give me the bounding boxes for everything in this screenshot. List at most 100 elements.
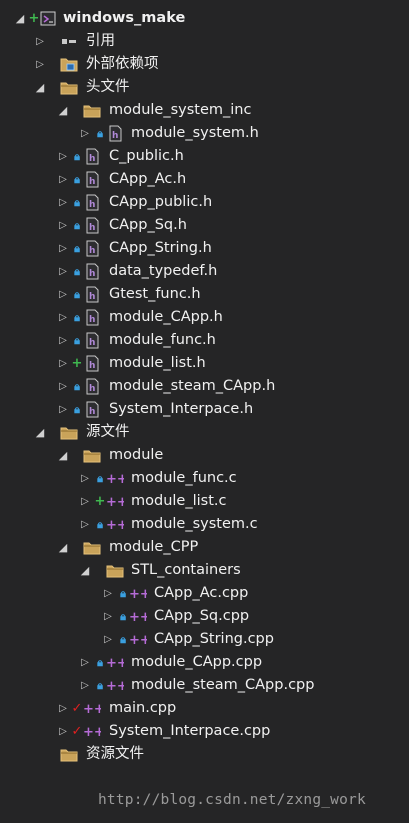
tree-item-system-interpace-cpp[interactable]: ▷ ✓ System_Interpace.cpp [0, 720, 409, 743]
tree-item-label: module_CPP [109, 539, 199, 555]
tree-item-c-public-h[interactable]: ▷ 🔒︎ C_public.h [0, 145, 409, 168]
tree-item-label: module_steam_CApp.cpp [131, 677, 315, 693]
collapse-arrow-icon[interactable]: ▷ [34, 53, 46, 76]
collapse-arrow-icon[interactable]: ▷ [79, 513, 91, 536]
expand-arrow-icon[interactable]: ◢ [57, 99, 69, 122]
tree-item-capp-public-h[interactable]: ▷ 🔒︎ CApp_public.h [0, 191, 409, 214]
header-file-icon [83, 286, 101, 303]
collapse-arrow-icon[interactable]: ▷ [57, 375, 69, 398]
collapse-arrow-icon[interactable]: ▷ [57, 145, 69, 168]
expand-arrow-icon[interactable]: ◢ [79, 559, 91, 582]
tree-item-module-cpp-folder[interactable]: ◢ module_CPP [0, 536, 409, 559]
source-file-icon [106, 470, 124, 487]
collapse-arrow-icon[interactable]: ▷ [102, 605, 114, 628]
tree-item-module-steam-capp-cpp[interactable]: ▷ 🔒︎ module_steam_CApp.cpp [0, 674, 409, 697]
tree-item-gtest-func-h[interactable]: ▷ 🔒︎ Gtest_func.h [0, 283, 409, 306]
collapse-arrow-icon[interactable]: ▷ [79, 651, 91, 674]
header-file-icon [83, 263, 101, 280]
tree-item-module-func-c[interactable]: ▷ 🔒︎ module_func.c [0, 467, 409, 490]
tree-item-stl-containers[interactable]: ◢ STL_containers [0, 559, 409, 582]
tree-item-capp-sq-cpp[interactable]: ▷ 🔒︎ CApp_Sq.cpp [0, 605, 409, 628]
lock-icon: 🔒︎ [74, 219, 80, 232]
collapse-arrow-icon[interactable]: ▷ [57, 237, 69, 260]
collapse-arrow-icon[interactable]: ▷ [79, 490, 91, 513]
tree-item-data-typedef-h[interactable]: ▷ 🔒︎ data_typedef.h [0, 260, 409, 283]
collapse-arrow-icon[interactable]: ▷ [57, 720, 69, 743]
tree-item-capp-string-h[interactable]: ▷ 🔒︎ CApp_String.h [0, 237, 409, 260]
folder-icon [83, 447, 101, 464]
header-file-icon [83, 309, 101, 326]
tree-item-label: windows_make [63, 10, 186, 26]
collapse-arrow-icon[interactable]: ▷ [79, 467, 91, 490]
external-deps-icon [60, 56, 78, 73]
tree-item-source-files[interactable]: ◢ 源文件 [0, 421, 409, 444]
tree-item-label: C_public.h [109, 148, 184, 164]
tree-item-label: CApp_Ac.cpp [154, 585, 249, 601]
tree-item-label: module_steam_CApp.h [109, 378, 276, 394]
tree-item-capp-ac-cpp[interactable]: ▷ 🔒︎ CApp_Ac.cpp [0, 582, 409, 605]
collapse-arrow-icon[interactable]: ▷ [57, 398, 69, 421]
tree-item-module-system-c[interactable]: ▷ 🔒︎ module_system.c [0, 513, 409, 536]
collapse-arrow-icon[interactable]: ▷ [34, 30, 46, 53]
collapse-arrow-icon[interactable]: ▷ [57, 168, 69, 191]
folder-icon [60, 79, 78, 96]
header-file-icon [83, 401, 101, 418]
collapse-arrow-icon[interactable]: ▷ [102, 628, 114, 651]
expand-arrow-icon[interactable]: ◢ [34, 76, 46, 99]
tree-item-label: module_system.h [131, 125, 259, 141]
collapse-arrow-icon[interactable]: ▷ [57, 352, 69, 375]
tree-item-solution[interactable]: ◢ + windows_make [0, 7, 409, 30]
collapse-arrow-icon[interactable]: ▷ [57, 306, 69, 329]
folder-icon [83, 102, 101, 119]
tree-item-capp-string-cpp[interactable]: ▷ 🔒︎ CApp_String.cpp [0, 628, 409, 651]
collapse-arrow-icon[interactable]: ▷ [57, 260, 69, 283]
tree-item-label: CApp_Sq.h [109, 217, 187, 233]
header-file-icon [83, 378, 101, 395]
tree-item-label: System_Interpace.cpp [109, 723, 271, 739]
tree-item-system-interpace-h[interactable]: ▷ 🔒︎ System_Interpace.h [0, 398, 409, 421]
tree-item-module-system-h[interactable]: ▷ 🔒︎ module_system.h [0, 122, 409, 145]
tree-item-external-deps[interactable]: ▷ 外部依赖项 [0, 53, 409, 76]
tree-item-references[interactable]: ▷ 引用 [0, 30, 409, 53]
tree-item-resource-files[interactable]: 资源文件 [0, 743, 409, 766]
tree-item-label: STL_containers [131, 562, 241, 578]
expand-arrow-icon[interactable]: ◢ [14, 7, 26, 30]
references-icon [60, 33, 78, 50]
collapse-arrow-icon[interactable]: ▷ [102, 582, 114, 605]
collapse-arrow-icon[interactable]: ▷ [57, 214, 69, 237]
tree-item-module-steam-capp-h[interactable]: ▷ 🔒︎ module_steam_CApp.h [0, 375, 409, 398]
source-file-icon [129, 631, 147, 648]
collapse-arrow-icon[interactable]: ▷ [57, 191, 69, 214]
expand-arrow-icon[interactable]: ◢ [57, 536, 69, 559]
tree-item-module-folder[interactable]: ◢ module [0, 444, 409, 467]
tree-item-module-func-h[interactable]: ▷ 🔒︎ module_func.h [0, 329, 409, 352]
tree-item-capp-ac-h[interactable]: ▷ 🔒︎ CApp_Ac.h [0, 168, 409, 191]
tree-item-module-list-c[interactable]: ▷ + module_list.c [0, 490, 409, 513]
expand-arrow-icon[interactable]: ◢ [34, 421, 46, 444]
header-file-icon [83, 240, 101, 257]
source-file-icon [106, 493, 124, 510]
lock-icon: 🔒︎ [74, 311, 80, 324]
folder-icon [60, 424, 78, 441]
lock-icon: 🔒︎ [74, 242, 80, 255]
collapse-arrow-icon[interactable]: ▷ [57, 329, 69, 352]
tree-item-module-system-inc[interactable]: ◢ module_system_inc [0, 99, 409, 122]
collapse-arrow-icon[interactable]: ▷ [57, 697, 69, 720]
tree-item-module-list-h[interactable]: ▷ + module_list.h [0, 352, 409, 375]
source-file-icon [106, 677, 124, 694]
collapse-arrow-icon[interactable]: ▷ [57, 283, 69, 306]
tree-item-capp-sq-h[interactable]: ▷ 🔒︎ CApp_Sq.h [0, 214, 409, 237]
expand-arrow-icon[interactable]: ◢ [57, 444, 69, 467]
tree-item-main-cpp[interactable]: ▷ ✓ main.cpp [0, 697, 409, 720]
tree-item-module-capp-cpp[interactable]: ▷ 🔒︎ module_CApp.cpp [0, 651, 409, 674]
collapse-arrow-icon[interactable]: ▷ [79, 122, 91, 145]
folder-icon [106, 562, 124, 579]
lock-icon: 🔒︎ [74, 403, 80, 416]
collapse-arrow-icon[interactable]: ▷ [79, 674, 91, 697]
tree-item-module-capp-h[interactable]: ▷ 🔒︎ module_CApp.h [0, 306, 409, 329]
source-file-icon [129, 585, 147, 602]
add-icon: + [94, 494, 106, 509]
project-icon [39, 10, 57, 27]
tree-item-header-files[interactable]: ◢ 头文件 [0, 76, 409, 99]
lock-icon: 🔒︎ [97, 127, 103, 140]
